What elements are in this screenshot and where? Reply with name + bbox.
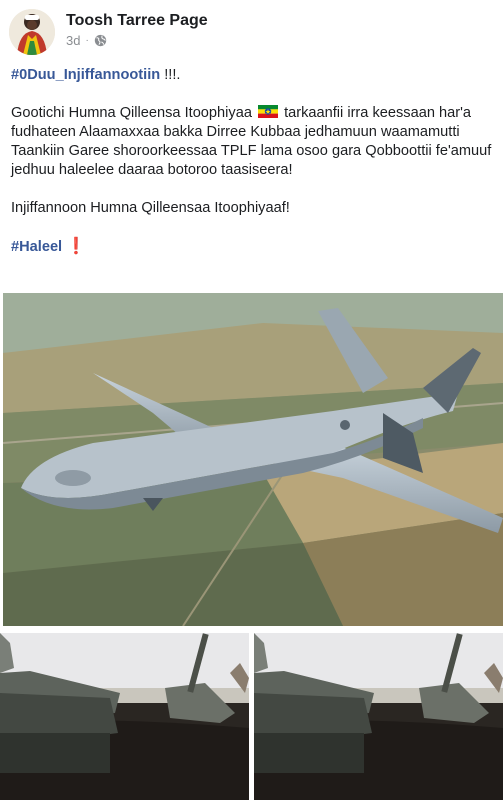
post-header: Toosh Tarree Page 3d · [0,0,503,62]
author-name[interactable]: Toosh Tarree Page [66,12,208,30]
drone-photo[interactable] [3,293,503,626]
meta-separator: · [85,35,89,46]
body-text-part1: Gootichi Humna Qilleensa Itoophiyaa [11,105,252,121]
post-meta: 3d · [66,33,107,48]
avatar[interactable] [9,9,55,55]
hashtag-link-2[interactable]: #Haleel [11,239,62,255]
hashtag-line: #0Duu_Injiffannootiin !!!. [11,66,495,85]
tank-wreck-photo[interactable] [0,633,249,800]
tank-wreck-photo[interactable] [254,633,503,800]
globe-icon[interactable] [94,34,107,47]
hashtag-line-2: #Haleel ❗ [11,237,495,257]
post-paragraph-2: Injiffannoon Humna Qilleensaa Itoophiyaa… [11,200,290,216]
post-text: #0Duu_Injiffannootiin !!!. Gootichi Humn… [11,66,495,276]
hashtag-suffix: !!!. [164,67,181,83]
hashtag-link[interactable]: #0Duu_Injiffannootiin [11,67,160,83]
exclamation-icon: ❗ [66,238,87,255]
post-body: Gootichi Humna Qilleensa Itoophiyaa tark… [11,104,495,180]
post-time[interactable]: 3d [66,33,80,48]
ethiopia-flag-icon [258,105,278,118]
